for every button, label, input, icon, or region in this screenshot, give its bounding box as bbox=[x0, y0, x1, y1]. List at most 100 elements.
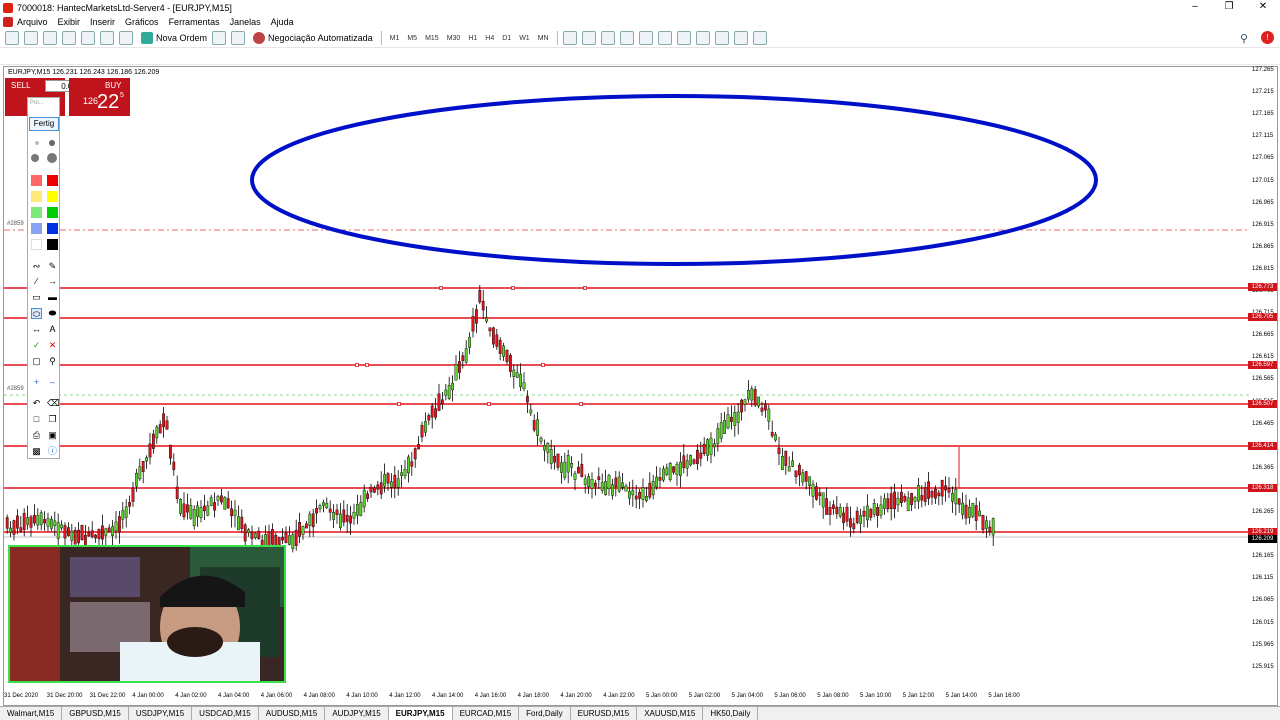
tab-audjpy[interactable]: AUDJPY,M15 bbox=[325, 707, 389, 720]
tab-eurusd[interactable]: EURUSD,M15 bbox=[571, 707, 638, 720]
horizontal-line-icon[interactable] bbox=[62, 49, 76, 63]
label-icon[interactable] bbox=[157, 49, 171, 63]
fibonacci-icon[interactable] bbox=[119, 49, 133, 63]
tf-m30[interactable]: M30 bbox=[447, 35, 461, 42]
folder-icon[interactable] bbox=[81, 31, 95, 45]
tile-windows-icon[interactable] bbox=[657, 31, 672, 45]
bar-chart-icon[interactable] bbox=[562, 31, 577, 45]
close-icon[interactable]: ✕ bbox=[1246, 0, 1280, 15]
color-red[interactable] bbox=[47, 175, 58, 186]
text-icon[interactable] bbox=[138, 49, 152, 63]
copy-icon[interactable]: ❐ bbox=[47, 414, 58, 425]
crop-icon[interactable]: ▢ bbox=[31, 356, 42, 367]
color-light-red[interactable] bbox=[31, 175, 42, 186]
tab-xauusd[interactable]: XAUUSD,M15 bbox=[637, 707, 704, 720]
tab-usdjpy[interactable]: USDJPY,M15 bbox=[129, 707, 193, 720]
tf-m15[interactable]: M15 bbox=[425, 35, 439, 42]
channel-icon[interactable] bbox=[100, 49, 114, 63]
menu-arquivo[interactable]: Arquivo bbox=[17, 17, 48, 27]
zoom-tool-icon[interactable]: ⚲ bbox=[47, 356, 58, 367]
market-watch-icon[interactable] bbox=[43, 31, 57, 45]
menu-inserir[interactable]: Inserir bbox=[90, 17, 115, 27]
color-yellow[interactable] bbox=[47, 191, 58, 202]
vertical-line-icon[interactable] bbox=[43, 49, 57, 63]
tf-w1[interactable]: W1 bbox=[519, 35, 530, 42]
size-xlarge-dot[interactable] bbox=[47, 153, 57, 163]
new-order-button[interactable]: Nova Ordem bbox=[141, 32, 207, 44]
navigator-icon[interactable] bbox=[62, 31, 76, 45]
meta-editor-icon[interactable] bbox=[212, 31, 227, 45]
crosshair-icon[interactable] bbox=[24, 49, 38, 63]
screenshot-icon[interactable]: ▩ bbox=[31, 446, 42, 457]
tab-audusd[interactable]: AUDUSD,M15 bbox=[259, 707, 326, 720]
tab-ford[interactable]: Ford,Daily bbox=[519, 707, 571, 720]
color-light-yellow[interactable] bbox=[31, 191, 42, 202]
search-icon[interactable]: ⚲ bbox=[1240, 32, 1252, 45]
trash-icon[interactable]: ⌫ bbox=[47, 398, 60, 409]
rectangle-icon[interactable]: ▭ bbox=[31, 292, 42, 303]
color-light-blue[interactable] bbox=[31, 223, 42, 234]
text-tool-icon[interactable]: A bbox=[47, 324, 58, 335]
tf-h4[interactable]: H4 bbox=[485, 35, 494, 42]
minus-icon[interactable]: – bbox=[47, 377, 58, 388]
tf-d1[interactable]: D1 bbox=[502, 35, 511, 42]
menu-janelas[interactable]: Janelas bbox=[230, 17, 261, 27]
tester-icon[interactable] bbox=[119, 31, 133, 45]
tab-walmart[interactable]: Walmart,M15 bbox=[0, 707, 63, 720]
menu-ferramentas[interactable]: Ferramentas bbox=[169, 17, 220, 27]
cross-icon[interactable]: ✕ bbox=[47, 340, 58, 351]
check-icon[interactable]: ✓ bbox=[31, 340, 42, 351]
pencil-icon[interactable]: ✎ bbox=[47, 261, 58, 272]
candle-chart-icon[interactable] bbox=[581, 31, 596, 45]
notification-icon[interactable]: ! bbox=[1261, 31, 1274, 44]
tab-eurcad[interactable]: EURCAD,M15 bbox=[453, 707, 520, 720]
new-chart-icon[interactable] bbox=[5, 31, 19, 45]
print-icon[interactable]: ⎙ bbox=[31, 430, 42, 441]
line-icon[interactable]: ∕ bbox=[31, 276, 42, 287]
freehand-icon[interactable]: ∾ bbox=[31, 261, 42, 272]
tf-h1[interactable]: H1 bbox=[468, 35, 477, 42]
trendline-icon[interactable] bbox=[81, 49, 95, 63]
indicators-icon[interactable] bbox=[714, 31, 729, 45]
ellipse-icon[interactable]: ⬭ bbox=[31, 308, 42, 319]
tab-usdcad[interactable]: USDCAD,M15 bbox=[192, 707, 259, 720]
size-small-dot[interactable] bbox=[35, 141, 39, 145]
tf-mn[interactable]: MN bbox=[538, 35, 549, 42]
tab-gbpusd[interactable]: GBPUSD,M15 bbox=[62, 707, 129, 720]
restore-icon[interactable]: ❐ bbox=[1212, 0, 1246, 15]
filled-ellipse-icon[interactable]: ⬬ bbox=[47, 308, 58, 319]
menu-ajuda[interactable]: Ajuda bbox=[271, 17, 294, 27]
info-icon[interactable]: ⓘ bbox=[47, 446, 58, 457]
profiles-icon[interactable] bbox=[24, 31, 38, 45]
new-page-icon[interactable]: □ bbox=[31, 414, 42, 425]
signals-icon[interactable] bbox=[231, 31, 246, 45]
color-light-green[interactable] bbox=[31, 207, 42, 218]
menu-graficos[interactable]: Gráficos bbox=[125, 17, 159, 27]
terminal-icon[interactable] bbox=[100, 31, 114, 45]
menu-exibir[interactable]: Exibir bbox=[58, 17, 81, 27]
size-medium-dot[interactable] bbox=[49, 140, 55, 146]
size-large-dot[interactable] bbox=[31, 154, 39, 162]
undo-icon[interactable]: ↶ bbox=[31, 398, 42, 409]
cursor-icon[interactable] bbox=[5, 49, 19, 63]
zoom-in-icon[interactable] bbox=[619, 31, 634, 45]
arrow-icon[interactable]: → bbox=[47, 276, 58, 287]
tf-m1[interactable]: M1 bbox=[390, 35, 400, 42]
color-green[interactable] bbox=[47, 207, 58, 218]
tab-eurjpy[interactable]: EURJPY,M15 bbox=[388, 707, 453, 720]
double-arrow-icon[interactable]: ↔ bbox=[31, 324, 42, 335]
color-black[interactable] bbox=[47, 239, 58, 250]
line-chart-icon[interactable] bbox=[600, 31, 615, 45]
buy-button[interactable]: BUY 126 22 5 bbox=[69, 78, 130, 116]
minimize-icon[interactable]: – bbox=[1178, 0, 1212, 15]
tab-hk50[interactable]: HK50,Daily bbox=[703, 707, 759, 720]
autoscroll-icon[interactable] bbox=[676, 31, 691, 45]
filled-rectangle-icon[interactable]: ▬ bbox=[47, 292, 58, 303]
plus-icon[interactable]: + bbox=[31, 377, 42, 388]
templates-icon[interactable] bbox=[752, 31, 767, 45]
color-blue[interactable] bbox=[47, 223, 58, 234]
tf-m5[interactable]: M5 bbox=[407, 35, 417, 42]
done-button[interactable]: Fertig bbox=[29, 117, 59, 131]
zoom-out-icon[interactable] bbox=[638, 31, 653, 45]
chart-shift-icon[interactable] bbox=[695, 31, 710, 45]
